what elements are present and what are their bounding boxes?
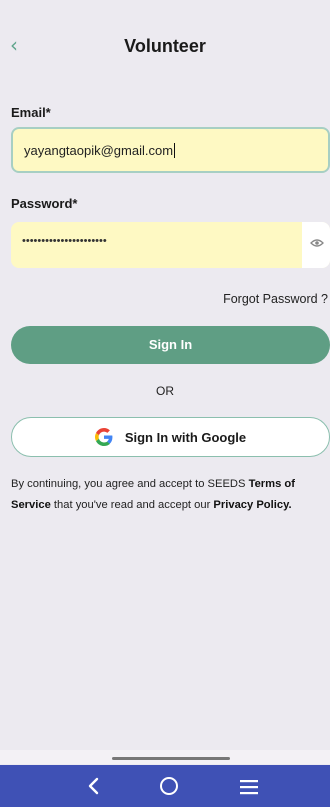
app-header: ‹ Volunteer bbox=[0, 24, 330, 68]
sign-in-button[interactable]: Sign In bbox=[11, 326, 330, 364]
password-visibility-toggle[interactable] bbox=[302, 222, 330, 268]
or-divider-text: OR bbox=[156, 384, 174, 398]
eye-icon bbox=[310, 239, 324, 247]
password-value: •••••••••••••••••••••• bbox=[22, 235, 107, 247]
terms-middle: that you've read and accept our bbox=[50, 499, 214, 511]
email-value: yayangtaopik@gmail.com bbox=[24, 143, 176, 158]
gesture-handle[interactable] bbox=[112, 757, 230, 760]
menu-icon[interactable] bbox=[240, 779, 258, 795]
google-sign-in-button[interactable]: Sign In with Google bbox=[11, 417, 330, 457]
google-logo-icon bbox=[94, 428, 113, 446]
text-caret bbox=[174, 143, 176, 158]
terms-prefix: By continuing, you agree and accept to S… bbox=[11, 478, 249, 490]
page-title: Volunteer bbox=[124, 36, 206, 56]
privacy-policy-link[interactable]: Privacy Policy. bbox=[213, 499, 291, 511]
back-icon[interactable] bbox=[86, 777, 100, 795]
email-label: Email* bbox=[11, 105, 51, 120]
google-sign-in-label: Sign In with Google bbox=[124, 429, 247, 445]
email-field[interactable]: yayangtaopik@gmail.com bbox=[11, 127, 330, 173]
forgot-password-link[interactable]: Forgot Password ? bbox=[223, 292, 328, 306]
terms-text: By continuing, you agree and accept to S… bbox=[11, 474, 329, 516]
password-label: Password* bbox=[11, 196, 78, 211]
system-navigation-bar bbox=[0, 765, 330, 807]
password-field[interactable]: •••••••••••••••••••••• bbox=[11, 222, 330, 268]
home-icon[interactable] bbox=[159, 776, 179, 796]
